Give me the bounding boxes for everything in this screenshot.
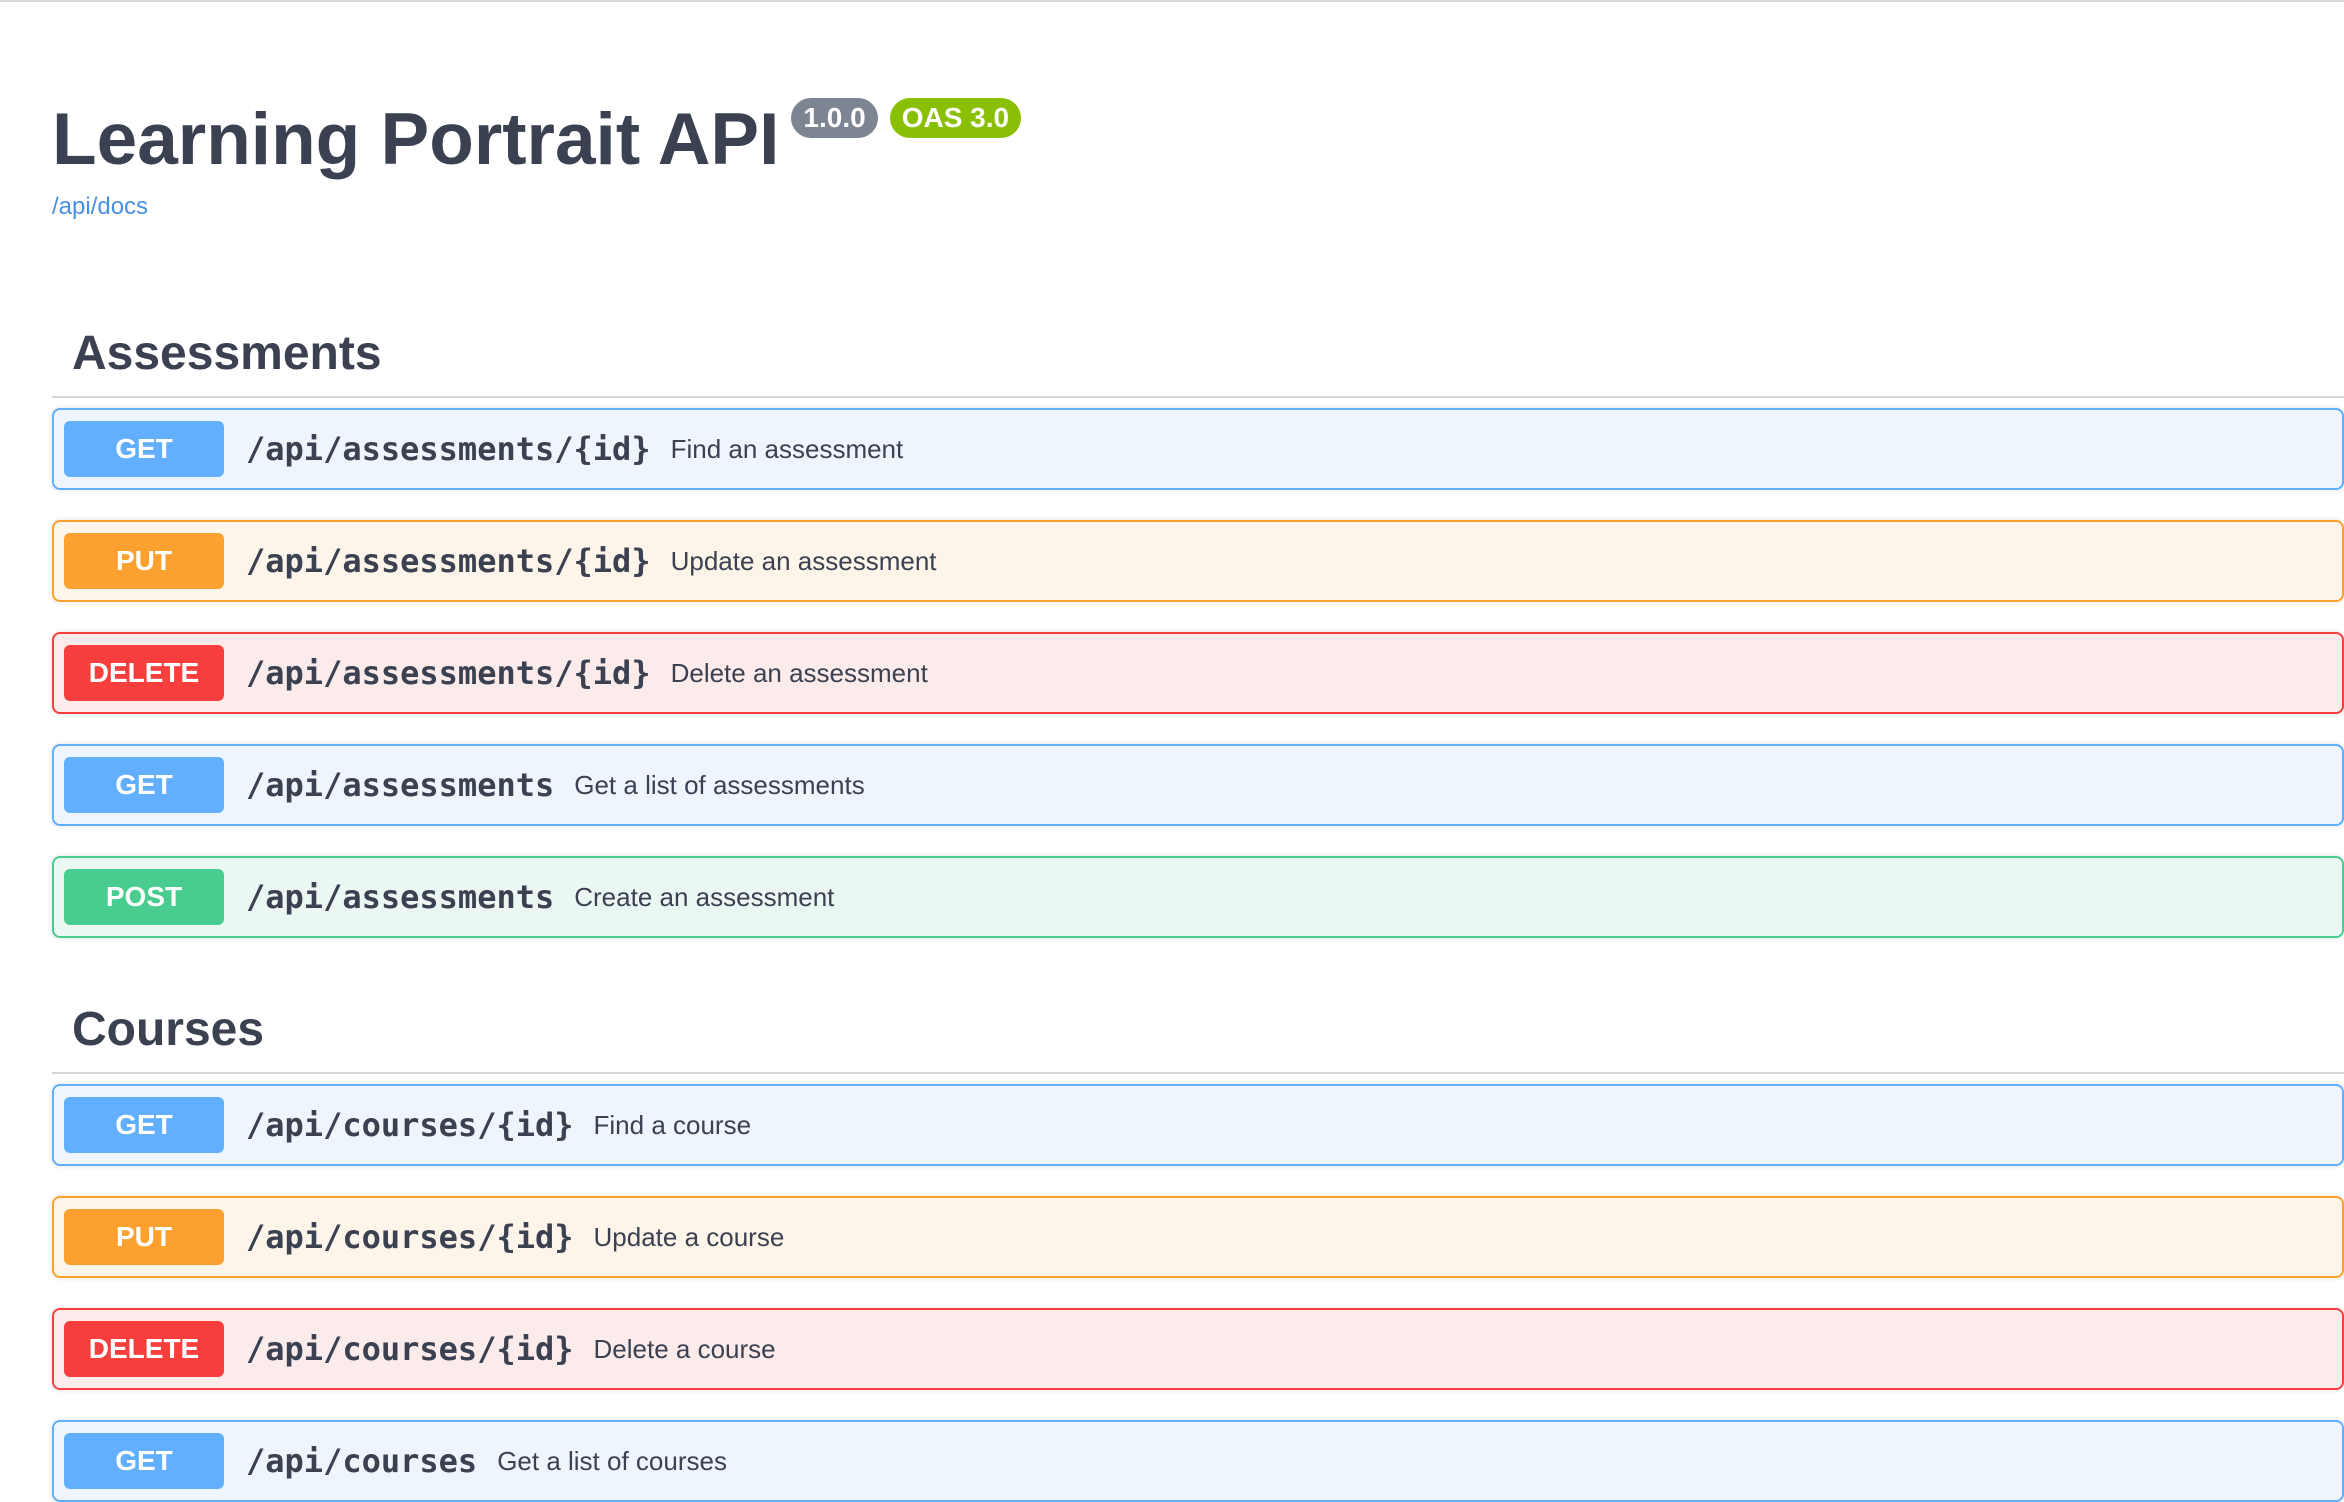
tag-title: Courses (72, 1002, 265, 1056)
method-badge: GET (64, 1097, 224, 1153)
operation-summary: Update a course (593, 1221, 785, 1252)
operation-summary: Find an assessment (670, 433, 904, 464)
operation-summary: Delete an assessment (670, 657, 928, 688)
tag-header-courses[interactable]: Courses (52, 986, 2344, 1074)
api-info: Learning Portrait API 1.0.0 OAS 3.0 /api… (52, 88, 1022, 222)
method-badge: PUT (64, 533, 224, 589)
operation-path: /api/assessments/{id} (246, 430, 651, 468)
operation-path: /api/assessments (246, 878, 555, 916)
operation-path: /api/assessments (246, 766, 555, 804)
version-badge: 1.0.0 (791, 98, 878, 138)
operation-row[interactable]: GET /api/assessments Get a list of asses… (52, 744, 2344, 826)
method-badge: PUT (64, 1209, 224, 1265)
method-badge: GET (64, 1433, 224, 1489)
oas-badge: OAS 3.0 (889, 98, 1022, 138)
operation-row[interactable]: PUT /api/courses/{id} Update a course (52, 1196, 2344, 1278)
method-badge: POST (64, 869, 224, 925)
method-badge: GET (64, 421, 224, 477)
operation-path: /api/assessments/{id} (246, 654, 651, 692)
docs-link[interactable]: /api/docs (52, 192, 1021, 222)
operation-row[interactable]: PUT /api/assessments/{id} Update an asse… (52, 520, 2344, 602)
operation-path: /api/assessments/{id} (246, 542, 651, 580)
method-badge: GET (64, 757, 224, 813)
operation-row[interactable]: POST /api/assessments Create an assessme… (52, 856, 2344, 938)
operation-path: /api/courses/{id} (246, 1330, 574, 1368)
operation-row[interactable]: GET /api/assessments/{id} Find an assess… (52, 408, 2344, 490)
operation-summary: Create an assessment (574, 881, 835, 912)
tag-title: Assessments (72, 326, 382, 380)
operation-summary: Update an assessment (670, 545, 937, 576)
operation-row[interactable]: DELETE /api/courses/{id} Delete a course (52, 1308, 2344, 1390)
operation-path: /api/courses/{id} (246, 1106, 574, 1144)
operation-summary: Delete a course (593, 1333, 776, 1364)
method-badge: DELETE (64, 1321, 224, 1377)
tag-section-courses: Courses GET /api/courses/{id} Find a cou… (52, 986, 2344, 1502)
tag-header-assessments[interactable]: Assessments (52, 310, 2344, 398)
operation-summary: Get a list of assessments (574, 769, 865, 800)
api-title: Learning Portrait API (52, 99, 780, 180)
title-row: Learning Portrait API 1.0.0 OAS 3.0 (52, 88, 1022, 192)
operation-row[interactable]: DELETE /api/assessments/{id} Delete an a… (52, 632, 2344, 714)
operation-path: /api/courses/{id} (246, 1218, 574, 1256)
tag-section-assessments: Assessments GET /api/assessments/{id} Fi… (52, 310, 2344, 938)
operation-path: /api/courses (246, 1442, 478, 1480)
operation-summary: Get a list of courses (497, 1445, 727, 1476)
operation-row[interactable]: GET /api/courses/{id} Find a course (52, 1084, 2344, 1166)
top-divider (0, 0, 2344, 2)
operation-row[interactable]: GET /api/courses Get a list of courses (52, 1420, 2344, 1502)
method-badge: DELETE (64, 645, 224, 701)
operation-summary: Find a course (593, 1109, 752, 1140)
